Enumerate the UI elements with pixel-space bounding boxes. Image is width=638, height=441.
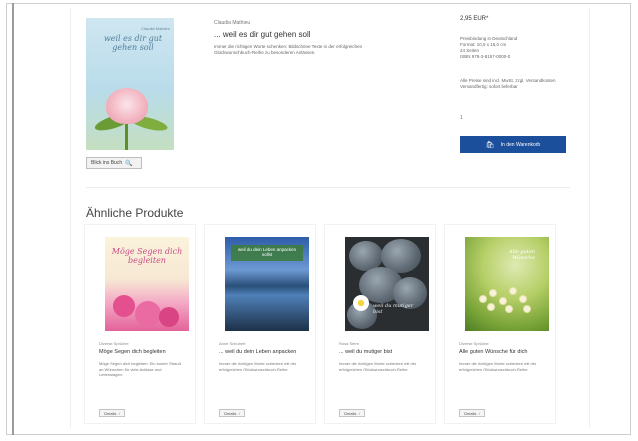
chevron-right-icon: › xyxy=(358,410,360,416)
quantity-field[interactable]: 1 xyxy=(460,115,463,121)
details-button[interactable]: Details › xyxy=(459,409,485,417)
flower-graphic xyxy=(135,301,161,327)
details-label: Details xyxy=(224,410,237,416)
related-product-title[interactable]: ... weil du dein Leben anpacken xyxy=(219,349,309,355)
flower-graphic xyxy=(353,295,369,311)
related-product-author: Diverse Sprüche xyxy=(459,341,489,346)
details-label: Details xyxy=(464,410,477,416)
related-product-card[interactable]: Möge Segen dich begleiten Diverse Sprüch… xyxy=(84,224,196,424)
details-button[interactable]: Details › xyxy=(219,409,245,417)
related-product-author: Anne Schubert xyxy=(219,341,246,346)
blossom-graphic xyxy=(489,289,497,297)
blossom-graphic xyxy=(519,295,527,303)
related-product-title[interactable]: Alle guten Wünsche für dich xyxy=(459,349,549,355)
product-author[interactable]: Claudia Mathieu xyxy=(214,20,250,26)
product-description: Immer die richtigen Worte schenken: Bild… xyxy=(214,44,363,55)
product-cover-image[interactable]: weil es dir gut gehen soll Claudia Mathi… xyxy=(86,18,174,150)
related-product-card[interactable]: weil du dein Leben anpacken sollst Anne … xyxy=(204,224,316,424)
shipping-line: Versandfertig: sofort lieferbar xyxy=(460,84,518,89)
cover-title: weil du mutiger bist xyxy=(373,303,414,315)
related-product-cover[interactable]: weil du dein Leben anpacken sollst xyxy=(225,237,309,331)
related-product-cover[interactable]: Alle guten Wünsche xyxy=(465,237,549,331)
related-product-card[interactable]: Alle guten Wünsche Diverse Sprüche Alle … xyxy=(444,224,556,424)
blossom-graphic xyxy=(523,305,531,313)
related-product-card[interactable]: weil du mutiger bist Rosa Stern ... weil… xyxy=(324,224,436,424)
chevron-right-icon: › xyxy=(118,410,120,416)
cover-author: Claudia Mathieu xyxy=(141,26,170,31)
details-label: Details xyxy=(344,410,357,416)
cover-title: weil du dein Leben anpacken sollst xyxy=(237,247,297,257)
section-divider xyxy=(86,187,570,188)
related-product-description: Möge Segen dich begleiten: Ein bunter St… xyxy=(99,361,182,377)
blossom-graphic xyxy=(479,295,487,303)
magnifier-icon: 🔍 xyxy=(125,160,133,167)
related-product-title[interactable]: ... weil du mutiger bist xyxy=(339,349,429,355)
blossom-graphic xyxy=(505,305,513,313)
product-price: 2,95 EUR* xyxy=(460,16,489,22)
chevron-right-icon: › xyxy=(238,410,240,416)
blossom-graphic xyxy=(509,287,517,295)
details-button[interactable]: Details › xyxy=(99,409,125,417)
shopping-bag-icon: 🛍 xyxy=(485,141,495,149)
blossom-graphic xyxy=(499,297,507,305)
add-to-cart-button[interactable]: 🛍 In den Warenkorb xyxy=(460,136,566,153)
related-products-heading: Ähnliche Produkte xyxy=(86,206,184,220)
product-title: ... weil es dir gut gehen soll xyxy=(214,30,311,39)
stem-graphic xyxy=(125,122,128,150)
related-product-title[interactable]: Möge Segen dich begleiten xyxy=(99,349,189,355)
related-product-cover[interactable]: weil du mutiger bist xyxy=(345,237,429,331)
look-inside-label: Blick ins Buch xyxy=(91,160,123,166)
flower-graphic xyxy=(159,307,179,327)
add-to-cart-label: In den Warenkorb xyxy=(500,141,541,148)
related-product-author: Diverse Sprüche xyxy=(99,341,129,346)
flower-bud-graphic xyxy=(106,88,148,124)
window-edge xyxy=(12,3,14,435)
details-label: Details xyxy=(104,410,117,416)
product-details: Preisbindung in Deutschland Format: 10,5… xyxy=(460,36,570,60)
blossom-graphic xyxy=(487,303,495,311)
cover-title: weil es dir gut gehen soll xyxy=(103,34,163,52)
related-product-description: Immer die richtigen Worte schenken mit d… xyxy=(219,361,297,372)
related-product-description: Immer die richtigen Worte schenken mit d… xyxy=(459,361,537,372)
related-product-cover[interactable]: Möge Segen dich begleiten xyxy=(105,237,189,331)
flower-graphic xyxy=(113,295,135,317)
look-inside-button[interactable]: Blick ins Buch 🔍 xyxy=(86,157,142,169)
detail-line: ISBN 978-3-8157-0000-0 xyxy=(460,54,511,59)
cover-title: Möge Segen dich begleiten xyxy=(111,247,183,265)
related-product-author: Rosa Stern xyxy=(339,341,360,346)
related-product-description: Immer die richtigen Worte schenken mit d… xyxy=(339,361,417,372)
details-button[interactable]: Details › xyxy=(339,409,365,417)
shipping-info: Alle Preise sind incl. MwSt. zzgl. Versa… xyxy=(460,78,570,90)
cover-title: Alle guten Wünsche xyxy=(509,249,535,261)
chevron-right-icon: › xyxy=(478,410,480,416)
